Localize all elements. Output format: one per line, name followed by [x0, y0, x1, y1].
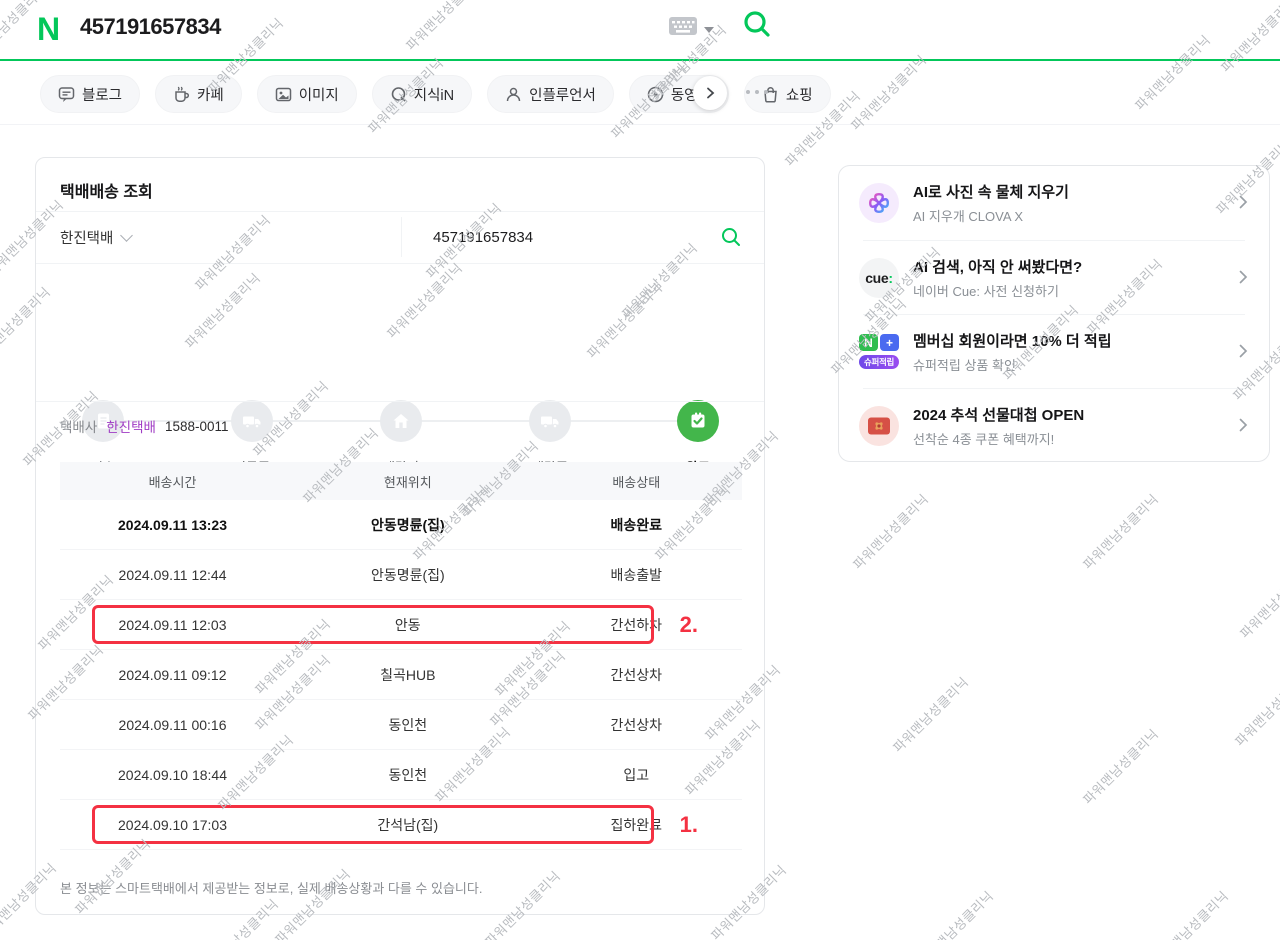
clova-clover-icon [859, 183, 899, 223]
annotation-number: 2. [680, 612, 698, 638]
tracking-history-table: 배송시간 현재위치 배송상태 2024.09.11 13:23안동명륜(집)배송… [60, 462, 742, 850]
search-icon [720, 226, 742, 248]
tab-image[interactable]: 이미지 [257, 75, 357, 113]
cafe-icon [173, 86, 190, 103]
table-row: 2024.09.11 00:16동인천간선상차 [60, 700, 742, 750]
courier-phone: 1588-0011 [165, 419, 229, 434]
search-query-text[interactable]: 457191657834 [80, 14, 221, 40]
chevron-right-icon [1235, 343, 1251, 359]
tab-influencer[interactable]: 인플루언서 [487, 75, 614, 113]
video-icon [647, 86, 664, 103]
cue-logo-icon: cue: [859, 258, 899, 298]
header: N 457191657834 [0, 0, 1280, 61]
tracking-search-row: 한진택배 457191657834 [36, 211, 764, 263]
keyboard-dropdown-caret-icon[interactable] [704, 27, 714, 33]
tracking-search-button[interactable] [720, 226, 742, 253]
courier-name-link[interactable]: 한진택배 [106, 416, 156, 436]
watermark-text: 파워맨남성클리닉 [1230, 666, 1280, 750]
watermark-text: 파워맨남성클리닉 [1078, 489, 1162, 573]
parcel-tracking-card: 택배배송 조회 한진택배 457191657834 인수 이동중 [35, 157, 765, 915]
delivery-progress: 인수 이동중 배달지 배달중 완료 [36, 263, 764, 401]
search-tab-bar: 블로그 카페 이미지 지식iN 인플루언서 동영상 쇼핑 [0, 63, 1280, 125]
table-row: 2024.09.11 12:44안동명륜(집)배송출발 [60, 550, 742, 600]
blog-icon [58, 86, 75, 103]
annotation-number: 1. [680, 812, 698, 838]
image-icon [275, 86, 292, 103]
house-icon [380, 400, 422, 442]
clipboard-check-icon [677, 400, 719, 442]
watermark-text: 파워맨남성클리닉 [848, 489, 932, 573]
truck-icon [231, 400, 273, 442]
watermark-text: 파워맨남성클리닉 [888, 672, 972, 756]
table-row-highlighted: 2024.09.10 17:03간석남(집)집하완료 1. [60, 800, 742, 850]
gift-icon [859, 406, 899, 446]
search-icon [741, 8, 773, 40]
naver-logo[interactable]: N [37, 10, 60, 48]
header-search-button[interactable] [741, 8, 773, 45]
tab-kin[interactable]: 지식iN [372, 75, 472, 113]
courier-label: 택배사 [60, 416, 97, 436]
promo-item-gift[interactable]: 2024 추석 선물대첩 OPEN 선착순 4종 쿠폰 혜택까지! [839, 389, 1269, 463]
table-row: 2024.09.11 13:23안동명륜(집)배송완료 [60, 500, 742, 550]
table-row: 2024.09.10 18:44동인천입고 [60, 750, 742, 800]
keyboard-tool-button[interactable] [668, 14, 714, 43]
tabs-scroll-next-button[interactable] [693, 76, 727, 110]
watermark-text: 파워맨남성클리닉 [1235, 558, 1280, 642]
shopping-icon [762, 86, 779, 103]
tab-cafe[interactable]: 카페 [155, 75, 242, 113]
truck-icon [529, 400, 571, 442]
chevron-down-icon [121, 229, 134, 242]
watermark-text: 파워맨남성클리닉 [1148, 886, 1232, 940]
table-row: 2024.09.11 09:12칠곡HUB간선상차 [60, 650, 742, 700]
tab-shopping[interactable]: 쇼핑 [744, 75, 831, 113]
promo-item-clova[interactable]: AI로 사진 속 물체 지우기 AI 지우개 CLOVA X [839, 166, 1269, 240]
promo-item-membership[interactable]: N + 슈퍼적립 멤버십 회원이라면 10% 더 적립 슈퍼적립 상품 확인 [839, 315, 1269, 389]
chevron-right-icon [1235, 269, 1251, 285]
table-header-row: 배송시간 현재위치 배송상태 [60, 462, 742, 500]
table-row-highlighted: 2024.09.11 12:03안동간선하차 2. [60, 600, 742, 650]
watermark-text: 파워맨남성클리닉 [1078, 724, 1162, 808]
chevron-right-icon [703, 86, 717, 100]
courier-select[interactable]: 한진택배 [60, 211, 131, 263]
keyboard-icon [668, 14, 698, 43]
watermark-text: 파워맨남성클리닉 [913, 886, 997, 940]
card-title: 택배배송 조회 [60, 178, 153, 202]
tracking-number-input[interactable]: 457191657834 [433, 211, 533, 263]
chevron-right-icon [1235, 417, 1251, 433]
tab-blog[interactable]: 블로그 [40, 75, 140, 113]
chevron-right-icon [1235, 194, 1251, 210]
disclaimer-text: 본 정보는 스마트택배에서 제공받는 정보로, 실제 배송상황과 다를 수 있습… [60, 878, 482, 897]
promo-item-cue[interactable]: cue: AI 검색, 아직 안 써봤다면? 네이버 Cue: 사전 신청하기 [839, 241, 1269, 315]
kin-icon [390, 86, 407, 103]
courier-info: 택배사 한진택배 1588-0011 [60, 416, 229, 436]
membership-nplus-icon: N + 슈퍼적립 [859, 332, 899, 372]
promo-card: AI로 사진 속 물체 지우기 AI 지우개 CLOVA X cue: AI 검… [838, 165, 1270, 462]
more-tabs-button[interactable] [746, 90, 768, 94]
influencer-icon [505, 86, 522, 103]
